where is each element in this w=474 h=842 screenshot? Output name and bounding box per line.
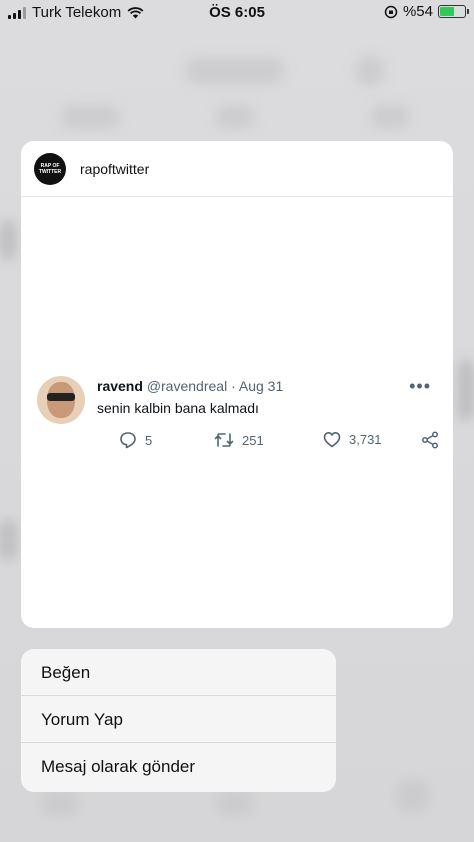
tweet-date: Aug 31 [238, 378, 284, 394]
user-name[interactable]: ravend [97, 378, 143, 394]
share-button[interactable] [421, 431, 439, 449]
meta-separator: · [231, 378, 236, 394]
card-header: RAP OF TWITTER rapoftwitter [21, 141, 453, 197]
menu-item-comment[interactable]: Yorum Yap [21, 696, 336, 743]
menu-item-send-message[interactable]: Mesaj olarak gönder [21, 743, 336, 790]
share-icon [422, 431, 438, 449]
tweet-actions: 5 251 3,731 [97, 431, 443, 453]
more-icon[interactable]: ••• [409, 376, 431, 397]
tweet-preview-card[interactable]: RAP OF TWITTER rapoftwitter ravend @rave… [21, 141, 453, 628]
like-count: 3,731 [349, 432, 382, 447]
user-handle[interactable]: @ravendreal [147, 378, 227, 394]
context-menu: Beğen Yorum Yap Mesaj olarak gönder [21, 649, 336, 792]
reply-count: 5 [145, 432, 153, 448]
retweet-button[interactable]: 251 [214, 431, 264, 449]
retweet-icon [214, 433, 234, 447]
reply-icon [120, 432, 136, 449]
status-bar: Turk Telekom ÖS 6:05 %54 [0, 0, 474, 26]
battery-icon [438, 5, 469, 18]
tweet-meta: ravend @ravendreal · Aug 31 [97, 378, 437, 394]
tweet-text: senin kalbin bana kalmadı [97, 400, 259, 416]
avatar[interactable] [37, 376, 85, 424]
like-button[interactable]: 3,731 [323, 431, 382, 448]
retweet-count: 251 [242, 432, 264, 448]
heart-icon [323, 432, 341, 448]
menu-item-like[interactable]: Beğen [21, 649, 336, 696]
account-name: rapoftwitter [80, 160, 150, 177]
orientation-lock-icon [384, 5, 398, 18]
reply-button[interactable]: 5 [119, 431, 152, 449]
status-right: %54 [384, 3, 469, 20]
account-logo: RAP OF TWITTER [34, 152, 66, 185]
battery-percent: %54 [402, 3, 433, 20]
tweet-body: ravend @ravendreal · Aug 31 ••• senin ka… [97, 376, 437, 416]
